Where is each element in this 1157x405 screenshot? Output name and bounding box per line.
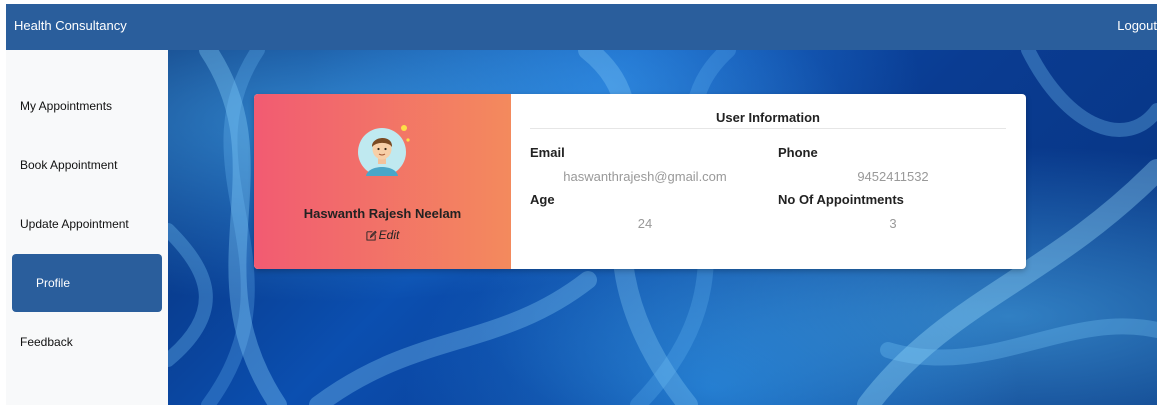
age-value: 24 — [637, 216, 653, 231]
edit-icon — [366, 230, 377, 241]
sidebar-item-my-appointments[interactable]: My Appointments — [12, 77, 162, 135]
edit-profile-link[interactable]: Edit — [254, 228, 511, 242]
brand-title[interactable]: Health Consultancy — [14, 18, 127, 33]
age-label: Age — [530, 192, 555, 207]
appointments-count-value: 3 — [889, 216, 897, 231]
main-content: Haswanth Rajesh Neelam Edit User Informa… — [168, 50, 1157, 405]
sidebar: My Appointments Book Appointment Update … — [6, 50, 168, 405]
sidebar-item-feedback[interactable]: Feedback — [12, 313, 162, 371]
appointments-count-label: No Of Appointments — [778, 192, 904, 207]
user-name: Haswanth Rajesh Neelam — [303, 206, 462, 221]
sidebar-item-book-appointment[interactable]: Book Appointment — [12, 136, 162, 194]
profile-card: Haswanth Rajesh Neelam Edit User Informa… — [254, 94, 1026, 269]
phone-value: 9452411532 — [857, 169, 929, 184]
user-information-panel: User Information Email haswanthrajesh@gm… — [511, 94, 1026, 269]
user-information-title: User Information — [715, 110, 820, 125]
sidebar-item-profile[interactable]: Profile — [12, 254, 162, 312]
profile-summary-panel: Haswanth Rajesh Neelam Edit — [254, 94, 511, 269]
sidebar-item-update-appointment[interactable]: Update Appointment — [12, 195, 162, 253]
email-label: Email — [530, 145, 565, 160]
logout-link[interactable]: Logout — [1117, 18, 1157, 33]
email-value: haswanthrajesh@gmail.com — [563, 169, 727, 184]
user-avatar-icon — [358, 125, 410, 176]
divider — [530, 128, 1006, 129]
top-navbar: Health Consultancy Logout — [6, 4, 1157, 50]
phone-label: Phone — [778, 145, 818, 160]
edit-label[interactable]: Edit — [379, 228, 400, 242]
